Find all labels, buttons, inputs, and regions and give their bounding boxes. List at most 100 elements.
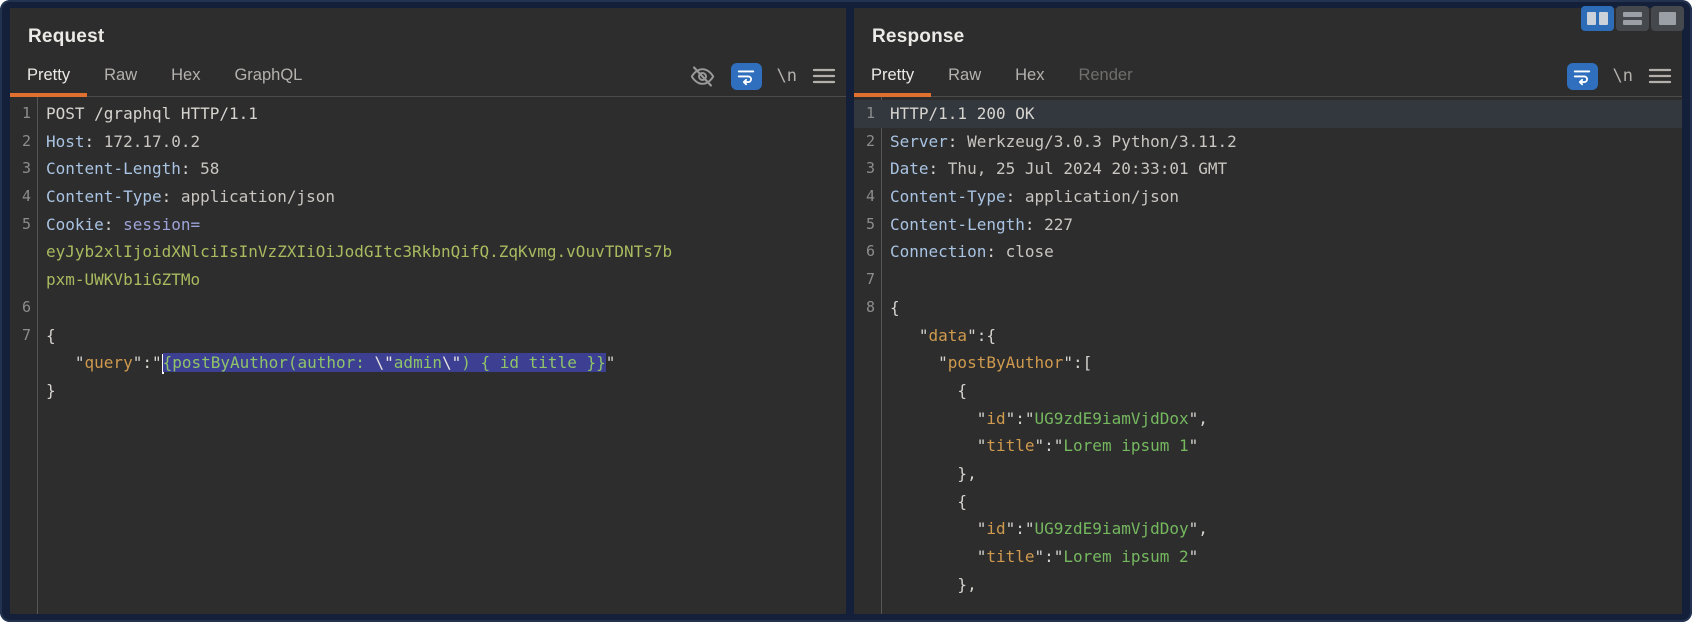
code-segment: UG9zdE9iamVjdDoy [1034, 519, 1189, 539]
response-editor[interactable]: 1 HTTP/1.1 200 OK 2 Server: Werkzeug/3.0.3 … [854, 97, 1682, 614]
code-segment: " [1188, 547, 1199, 566]
code-segment: 227 [1044, 214, 1074, 234]
code-segment: Date [890, 159, 929, 179]
code-segment: { [890, 297, 900, 317]
code-line: 5 Content-Length: 227 [854, 211, 1682, 239]
code-segment: id [986, 519, 1006, 539]
tab-hex[interactable]: Hex [998, 56, 1061, 96]
code-segment: Lorem ipsum 2 [1063, 547, 1189, 566]
code-segment: : [180, 159, 201, 179]
line-number [10, 377, 38, 405]
code-segment: application/json [1024, 187, 1179, 207]
tab-pretty[interactable]: Pretty [10, 56, 88, 97]
code-segment: query [84, 353, 133, 373]
response-title: Response [872, 26, 965, 47]
code-segment: ":" [1034, 436, 1064, 456]
request-tabbar: Pretty Raw Hex GraphQL \n [10, 56, 846, 97]
code-segment: POST /graphql HTTP/1.1 [46, 104, 258, 123]
code-segment: ":" [132, 353, 162, 373]
code-line: 4 Content-Type: application/json [10, 183, 846, 211]
line-number: 2 [865, 131, 875, 150]
request-editor[interactable]: 1 POST /graphql HTTP/1.1 2 Host: 172.17.0.2… [10, 97, 846, 614]
line-number [854, 460, 882, 488]
code-line: 3 Date: Thu, 25 Jul 2024 20:33:01 GMT [854, 155, 1682, 183]
code-line: 6 Connection: close [854, 238, 1682, 266]
code-line-text: "query":"{postByAuthor(author: \"admin\"… [38, 349, 846, 377]
code-line-text: Connection: close [882, 238, 1682, 266]
word-wrap-icon[interactable] [730, 62, 762, 90]
code-segment: HTTP/1.1 200 OK [890, 104, 1035, 123]
code-segment: { [46, 325, 56, 345]
code-line: "title":"Lorem ipsum 1" [854, 432, 1682, 460]
code-segment: Lorem ipsum 1 [1063, 436, 1189, 456]
line-number [10, 238, 38, 266]
tab-graphql[interactable]: GraphQL [217, 56, 319, 96]
line-number [854, 349, 882, 377]
response-code: 1 HTTP/1.1 200 OK 2 Server: Werkzeug/3.0.3 … [854, 97, 1682, 598]
code-segment: UG9zdE9iamVjdDox [1034, 408, 1189, 428]
line-number: 4 [21, 187, 31, 206]
code-segment: " [890, 353, 948, 373]
code-line: } [10, 377, 846, 405]
code-line-text: Content-Type: application/json [38, 183, 846, 211]
menu-icon[interactable] [1648, 66, 1672, 86]
code-segment: title [986, 436, 1035, 456]
code-line: 3 Content-Length: 58 [10, 155, 846, 183]
request-code: 1 POST /graphql HTTP/1.1 2 Host: 172.17.0.2… [10, 97, 846, 405]
line-number: 5 [865, 214, 875, 233]
line-number: 1 [21, 104, 31, 122]
code-segment: ":[ [1063, 353, 1093, 373]
code-segment: Thu, 25 Jul 2024 20:33:01 GMT [947, 159, 1228, 179]
line-number [854, 571, 882, 599]
code-segment: ) { id title }} [461, 353, 606, 373]
code-line: "data":{ [854, 322, 1682, 350]
layout-single-button[interactable] [1651, 6, 1684, 31]
line-number [854, 488, 882, 516]
line-number [854, 543, 882, 571]
code-segment: { [890, 380, 968, 400]
visibility-off-icon[interactable] [689, 63, 716, 90]
code-segment: : [84, 131, 104, 151]
code-segment: eyJyb2xlIjoidXNlciIsInVzZXIiOiJodGItc3Rk… [46, 242, 673, 262]
code-segment: Cookie [46, 214, 104, 234]
tab-raw[interactable]: Raw [931, 56, 998, 96]
code-segment: 58 [200, 159, 220, 179]
tab-hex[interactable]: Hex [154, 56, 217, 96]
code-segment: Content-Length [46, 159, 181, 179]
line-number: 4 [865, 187, 875, 206]
code-line-text: Server: Werkzeug/3.0.3 Python/3.11.2 [882, 128, 1682, 156]
code-segment: : [103, 214, 124, 234]
code-line: 8{ [854, 294, 1682, 322]
tab-pretty[interactable]: Pretty [854, 56, 932, 97]
layout-rows-button[interactable] [1616, 6, 1649, 31]
code-segment: : [947, 131, 968, 151]
layout-columns-button[interactable] [1581, 6, 1614, 31]
menu-icon[interactable] [812, 66, 836, 86]
code-segment: Werkzeug/3.0.3 Python/3.11.2 [967, 131, 1237, 151]
code-line-text: { [882, 294, 1682, 322]
tab-raw[interactable]: Raw [87, 56, 154, 96]
code-line: { [854, 488, 1682, 516]
code-segment: Content-Length [890, 214, 1025, 234]
line-number [854, 322, 882, 350]
line-number: 7 [865, 270, 875, 289]
code-segment: pxm-UWKVb1iGZTMo [46, 270, 201, 290]
code-line: 7{ [10, 322, 846, 350]
response-tabs: Pretty Raw Hex Render [854, 56, 1150, 97]
word-wrap-icon[interactable] [1566, 62, 1598, 90]
code-line-text: HTTP/1.1 200 OK [882, 100, 1682, 128]
code-segment: " [890, 325, 929, 345]
line-number: 2 [21, 131, 31, 150]
code-line-text: Cookie: session= [38, 211, 846, 239]
code-line-text: pxm-UWKVb1iGZTMo [38, 266, 846, 294]
code-segment: application/json [180, 187, 335, 207]
code-segment: " [1188, 436, 1199, 456]
newline-icon[interactable]: \n [777, 66, 797, 86]
code-line-text: }, [882, 571, 1682, 599]
code-segment: " [890, 436, 987, 456]
newline-icon[interactable]: \n [1613, 66, 1633, 86]
code-segment: Content-Type [890, 187, 1006, 207]
tab-render: Render [1078, 66, 1133, 84]
code-line: 1 POST /graphql HTTP/1.1 [10, 100, 846, 128]
